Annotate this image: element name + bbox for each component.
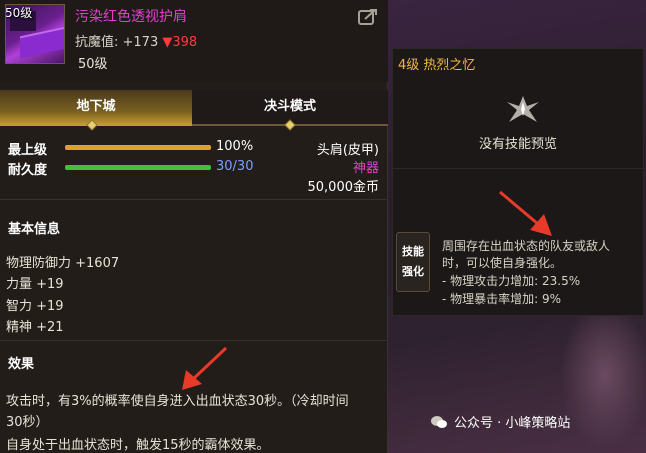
no-skill-preview: 没有技能预览 bbox=[478, 137, 557, 152]
enhance-desc-3: - 物理攻击力增加: 23.5% bbox=[442, 274, 581, 288]
watermark: 公众号 · 小峰策略站 bbox=[430, 412, 570, 431]
resist-row: 抗魔值: +173 ▼398 bbox=[75, 31, 197, 50]
durability-bar bbox=[65, 165, 211, 170]
durability-bar-fill bbox=[65, 165, 211, 170]
rarity-label: 神器 bbox=[352, 161, 379, 176]
wechat-icon bbox=[431, 415, 447, 428]
resist-value: 抗魔值: +173 bbox=[75, 35, 159, 50]
effect-title: 效果 bbox=[8, 357, 35, 372]
item-name: 污染红色透视护肩 bbox=[75, 9, 187, 25]
tab-duel-label: 决斗模式 bbox=[263, 99, 316, 114]
item-header: 50级 污染红色透视护肩 抗魔值: +173 ▼398 50级 bbox=[0, 0, 388, 82]
watermark-text: 公众号 · 小峰策略站 bbox=[454, 416, 571, 431]
enhance-label-2: 强化 bbox=[402, 265, 424, 278]
enhance-label-1: 技能 bbox=[402, 245, 424, 258]
basic-info-title: 基本信息 bbox=[8, 222, 61, 237]
grade-bar-fill bbox=[65, 145, 211, 150]
durability-label: 耐久度 bbox=[8, 163, 48, 178]
durability-value: 30/30 bbox=[216, 159, 254, 174]
grade-label: 最上级 bbox=[8, 143, 48, 158]
tab-dungeon-label: 地下城 bbox=[76, 99, 116, 114]
export-icon[interactable] bbox=[358, 8, 378, 26]
grade-value: 100% bbox=[216, 139, 254, 154]
icon-level-badge: 50级 bbox=[5, 6, 33, 20]
skill-title: 4级 热烈之忆 bbox=[398, 58, 476, 73]
background-glow bbox=[560, 300, 646, 450]
tab-dungeon[interactable]: 地下城 bbox=[0, 90, 192, 126]
stat-line-strength: 力量 +19 bbox=[6, 277, 64, 292]
skill-enhance-badge: 技能 强化 bbox=[396, 232, 430, 292]
effect-line-2: 30秒） bbox=[6, 415, 49, 430]
grade-bar bbox=[65, 145, 211, 150]
divider bbox=[0, 199, 388, 200]
stat-line-intelligence: 智力 +19 bbox=[6, 299, 64, 314]
enhance-desc-4: - 物理暴击率增加: 9% bbox=[442, 292, 562, 306]
equip-slot: 头肩(皮甲) bbox=[316, 143, 379, 158]
enhance-desc-2: 时，可以使自身强化。 bbox=[442, 256, 563, 270]
resist-down-value: ▼398 bbox=[162, 35, 198, 50]
effect-line-3: 自身处于出血状态时，触发15秒的霸体效果。 bbox=[6, 438, 270, 453]
item-level: 50级 bbox=[78, 57, 108, 72]
annotation-arrow-right bbox=[499, 190, 552, 236]
stat-line-spirit: 精神 +21 bbox=[6, 320, 64, 335]
divider bbox=[392, 168, 644, 169]
mode-tabs: 地下城 决斗模式 bbox=[0, 90, 388, 131]
stat-line-defense: 物理防御力 +1607 bbox=[6, 256, 120, 271]
divider bbox=[0, 340, 388, 341]
skill-emblem-icon bbox=[507, 96, 539, 122]
annotation-arrow-left bbox=[182, 346, 228, 390]
price-label: 50,000金币 bbox=[307, 180, 380, 195]
